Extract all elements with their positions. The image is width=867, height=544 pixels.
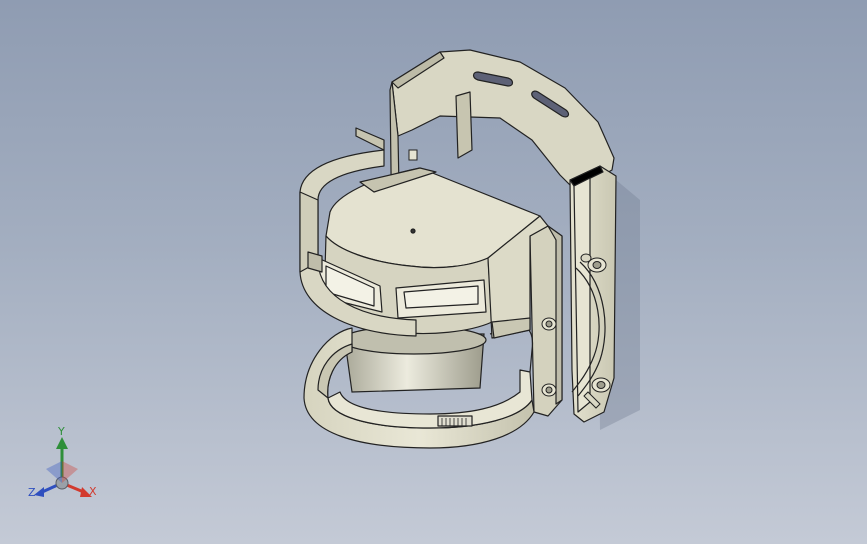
triad-axes xyxy=(34,437,92,497)
bolt-flange-lower[interactable] xyxy=(541,383,557,397)
top-pinhole xyxy=(410,228,416,234)
bolt-flange-upper[interactable] xyxy=(541,317,557,331)
y-axis-arrow-icon xyxy=(56,437,68,449)
zy-plane-icon xyxy=(46,461,62,483)
3d-model-assembly[interactable] xyxy=(0,0,867,544)
x-axis-label: X xyxy=(89,485,97,498)
bolt-top-small[interactable] xyxy=(408,149,418,161)
y-axis-label: Y xyxy=(58,425,65,438)
graphics-viewport[interactable]: Y X Z xyxy=(0,0,867,544)
xy-plane-icon xyxy=(62,461,78,483)
triad-graphic xyxy=(34,437,92,497)
orientation-triad[interactable]: Y X Z xyxy=(22,425,112,515)
z-axis-label: Z xyxy=(28,486,36,499)
